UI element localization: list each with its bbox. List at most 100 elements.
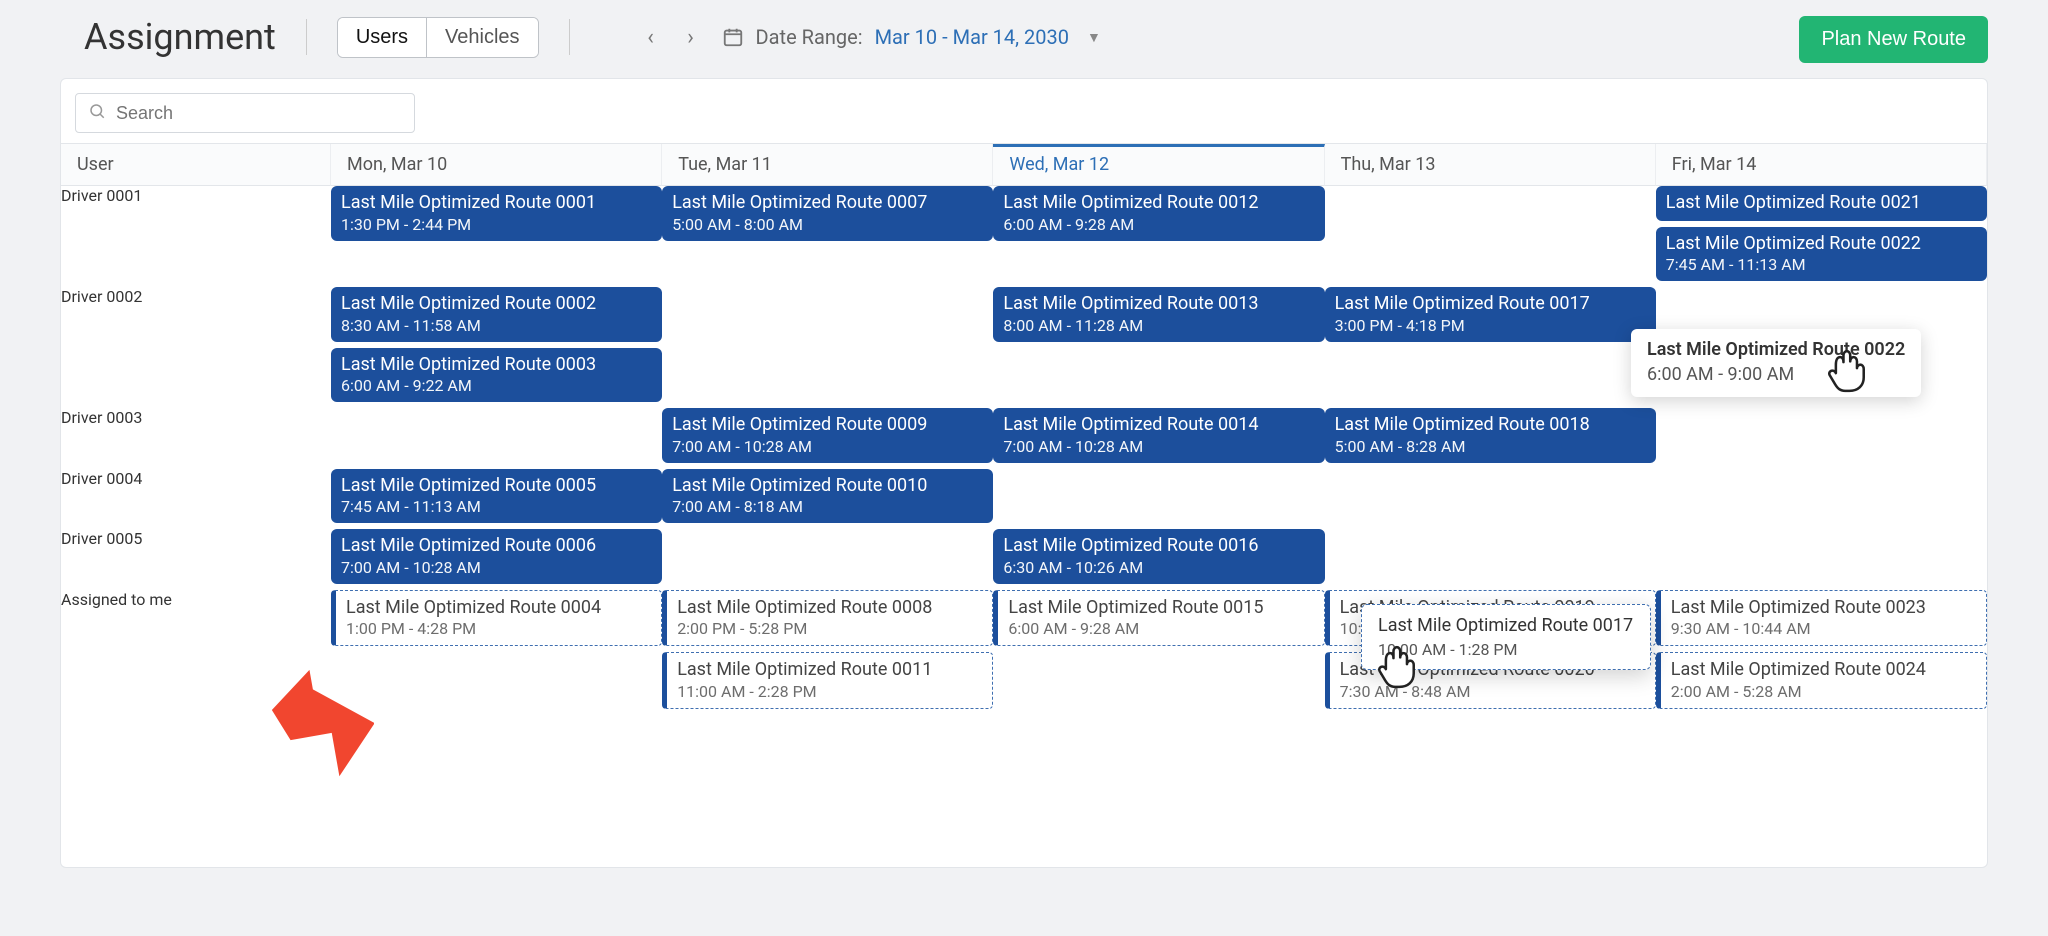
route-card[interactable]: Last Mile Optimized Route 0021 [1656, 186, 1987, 221]
route-time: 8:30 AM - 11:58 AM [341, 316, 652, 336]
route-time: 1:00 PM - 4:28 PM [346, 619, 651, 639]
route-card[interactable]: Last Mile Optimized Route 00242:00 AM - … [1656, 652, 1987, 709]
route-card[interactable]: Last Mile Optimized Route 00156:00 AM - … [993, 590, 1324, 647]
route-card[interactable]: Last Mile Optimized Route 00057:45 AM - … [331, 469, 662, 524]
route-time: 8:00 AM - 11:28 AM [1003, 316, 1314, 336]
col-day[interactable]: Wed, Mar 12 [993, 144, 1324, 186]
route-title: Last Mile Optimized Route 0022 [1666, 233, 1977, 256]
route-title: Last Mile Optimized Route 0023 [1671, 597, 1976, 620]
day-cell[interactable]: Last Mile Optimized Route 00082:00 PM - … [662, 590, 993, 715]
day-cell[interactable]: Last Mile Optimized Route 00138:00 AM - … [993, 287, 1324, 408]
route-time: 6:30 AM - 10:26 AM [1003, 558, 1314, 578]
route-time: 3:00 PM - 4:18 PM [1335, 316, 1646, 336]
route-time: 2:00 AM - 5:28 AM [1671, 682, 1976, 702]
route-time: 7:00 AM - 10:28 AM [1003, 437, 1314, 457]
route-card[interactable]: Last Mile Optimized Route 00173:00 PM - … [1325, 287, 1656, 342]
chevron-down-icon[interactable]: ▼ [1087, 29, 1101, 46]
route-card[interactable]: Last Mile Optimized Route 00185:00 AM - … [1325, 408, 1656, 463]
route-title: Last Mile Optimized Route 0012 [1003, 192, 1314, 215]
day-cell[interactable]: Last Mile Optimized Route 00075:00 AM - … [662, 186, 993, 287]
route-card[interactable]: Last Mile Optimized Route 00067:00 AM - … [331, 529, 662, 584]
route-time: 5:00 AM - 8:28 AM [1335, 437, 1646, 457]
route-card[interactable]: Last Mile Optimized Route 001111:00 AM -… [662, 652, 993, 709]
day-cell[interactable]: Last Mile Optimized Route 00097:00 AM - … [662, 408, 993, 469]
plan-new-route-button[interactable]: Plan New Route [1799, 16, 1988, 63]
route-title: Last Mile Optimized Route 0010 [672, 475, 983, 498]
route-time: 11:00 AM - 2:28 PM [677, 682, 982, 702]
route-time: 7:45 AM - 11:13 AM [1666, 255, 1977, 275]
day-cell[interactable] [1325, 469, 1656, 530]
route-title: Last Mile Optimized Route 0017 [1335, 293, 1646, 316]
route-card[interactable]: Last Mile Optimized Route 00166:30 AM - … [993, 529, 1324, 584]
prev-arrow-icon[interactable]: ‹ [638, 25, 664, 50]
route-time: 7:00 AM - 10:28 AM [341, 558, 652, 578]
route-title: Last Mile Optimized Route 0021 [1666, 192, 1977, 215]
route-title: Last Mile Optimized Route 0004 [346, 597, 651, 620]
route-card[interactable]: Last Mile Optimized Route 00075:00 AM - … [662, 186, 993, 241]
tab-vehicles[interactable]: Vehicles [426, 18, 538, 57]
route-card[interactable]: Last Mile Optimized Route 00097:00 AM - … [662, 408, 993, 463]
day-cell[interactable] [662, 529, 993, 590]
day-cell[interactable]: Last Mile Optimized Route 00185:00 AM - … [1325, 408, 1656, 469]
route-card[interactable]: Last Mile Optimized Route 00041:00 PM - … [331, 590, 662, 647]
day-cell[interactable]: Last Mile Optimized Route 00239:30 AM - … [1656, 590, 1987, 715]
route-title: Last Mile Optimized Route 0016 [1003, 535, 1314, 558]
day-cell[interactable] [331, 408, 662, 469]
day-cell[interactable] [1325, 186, 1656, 287]
route-title: Last Mile Optimized Route 0003 [341, 354, 652, 377]
route-card[interactable]: Last Mile Optimized Route 00036:00 AM - … [331, 348, 662, 403]
route-card[interactable]: Last Mile Optimized Route 00147:00 AM - … [993, 408, 1324, 463]
next-arrow-icon[interactable]: › [678, 25, 704, 50]
day-cell[interactable] [662, 287, 993, 408]
route-time: 9:30 AM - 10:44 AM [1671, 619, 1976, 639]
callout-arrow-icon [264, 669, 374, 779]
day-cell[interactable]: Last Mile Optimized Route 00107:00 AM - … [662, 469, 993, 530]
route-card[interactable]: Last Mile Optimized Route 00107:00 AM - … [662, 469, 993, 524]
day-cell[interactable] [1325, 529, 1656, 590]
day-cell[interactable]: Last Mile Optimized Route 00166:30 AM - … [993, 529, 1324, 590]
route-card[interactable]: Last Mile Optimized Route 00028:30 AM - … [331, 287, 662, 342]
day-cell[interactable] [1656, 408, 1987, 469]
route-time: 6:00 AM - 9:22 AM [341, 376, 652, 396]
route-card[interactable]: Last Mile Optimized Route 00138:00 AM - … [993, 287, 1324, 342]
route-card[interactable]: Last Mile Optimized Route 00227:45 AM - … [1656, 227, 1987, 282]
route-card[interactable]: Last Mile Optimized Route 00239:30 AM - … [1656, 590, 1987, 647]
date-range-value[interactable]: Mar 10 - Mar 14, 2030 [875, 25, 1069, 49]
day-cell[interactable]: Last Mile Optimized Route 00067:00 AM - … [331, 529, 662, 590]
user-cell: Driver 0001 [61, 186, 331, 287]
col-day[interactable]: Fri, Mar 14 [1656, 144, 1987, 186]
route-time: 7:00 AM - 10:28 AM [672, 437, 983, 457]
day-cell[interactable]: Last Mile Optimized Route 0021 Last Mile … [1656, 186, 1987, 287]
page-title: Assignment [84, 16, 276, 58]
day-cell[interactable]: Last Mile Optimized Route 00173:00 PM - … [1325, 287, 1656, 408]
date-range-label: Date Range: [756, 25, 863, 49]
day-cell[interactable] [993, 469, 1324, 530]
route-card[interactable]: Last Mile Optimized Route 00011:30 PM - … [331, 186, 662, 241]
day-cell[interactable] [1656, 529, 1987, 590]
route-time: 1:30 PM - 2:44 PM [341, 215, 652, 235]
route-tooltip: Last Mile Optimized Route 0022 6:00 AM -… [1631, 329, 1921, 397]
col-day[interactable]: Mon, Mar 10 [331, 144, 662, 186]
user-cell: Driver 0005 [61, 529, 331, 590]
day-cell[interactable] [1656, 469, 1987, 530]
day-cell[interactable]: Last Mile Optimized Route 00041:00 PM - … [331, 590, 662, 715]
day-cell[interactable]: Last Mile Optimized Route 00147:00 AM - … [993, 408, 1324, 469]
tab-users[interactable]: Users [338, 18, 426, 57]
col-day[interactable]: Thu, Mar 13 [1325, 144, 1656, 186]
calendar-icon[interactable] [722, 26, 744, 48]
route-card[interactable]: Last Mile Optimized Route 00082:00 PM - … [662, 590, 993, 647]
route-time: 7:00 AM - 8:18 AM [672, 497, 983, 517]
user-cell: Driver 0004 [61, 469, 331, 530]
route-title: Last Mile Optimized Route 0013 [1003, 293, 1314, 316]
route-title: Last Mile Optimized Route 0005 [341, 475, 652, 498]
day-cell[interactable]: Last Mile Optimized Route 00011:30 PM - … [331, 186, 662, 287]
col-day[interactable]: Tue, Mar 11 [662, 144, 993, 186]
search-input[interactable] [116, 103, 402, 124]
divider [306, 19, 307, 55]
day-cell[interactable]: Last Mile Optimized Route 00156:00 AM - … [993, 590, 1324, 715]
day-cell[interactable]: Last Mile Optimized Route 00028:30 AM - … [331, 287, 662, 408]
route-time: 6:00 AM - 9:28 AM [1008, 619, 1313, 639]
route-card[interactable]: Last Mile Optimized Route 00126:00 AM - … [993, 186, 1324, 241]
day-cell[interactable]: Last Mile Optimized Route 00057:45 AM - … [331, 469, 662, 530]
day-cell[interactable]: Last Mile Optimized Route 00126:00 AM - … [993, 186, 1324, 287]
